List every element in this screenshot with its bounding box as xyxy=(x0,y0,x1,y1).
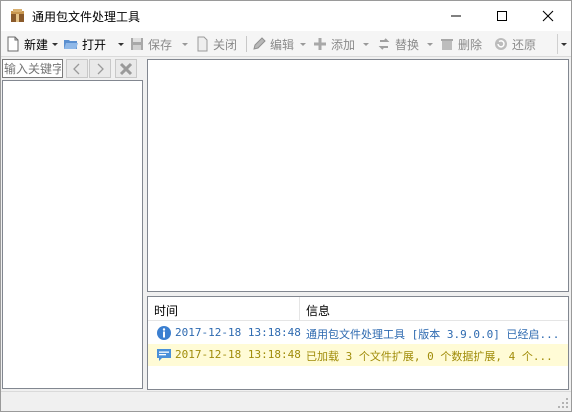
toolbar-separator xyxy=(246,36,247,52)
maximize-button[interactable] xyxy=(479,1,525,31)
replace-label: 替换 xyxy=(395,37,420,52)
add-label: 添加 xyxy=(331,37,356,52)
log-time: 2017-12-18 13:18:48 xyxy=(175,348,301,361)
save-label: 保存 xyxy=(148,37,173,52)
log-row[interactable]: 2017-12-18 13:18:48 通用包文件处理工具 [版本 3.9.0.… xyxy=(148,322,568,344)
info-icon xyxy=(156,325,172,341)
clear-search-button[interactable] xyxy=(115,59,137,78)
save-button[interactable]: 保存 xyxy=(129,34,172,54)
edit-button[interactable]: 编辑 xyxy=(251,34,294,54)
toolbar: 新建 打开 保存 关闭 编辑 添加 替换 删除 还原 xyxy=(1,31,571,57)
close-file-button[interactable]: 关闭 xyxy=(194,34,237,54)
log-panel: 时间 信息 2017-12-18 13:18:48 通用包文件处理工具 [版本 … xyxy=(147,296,569,390)
restore-button[interactable]: 还原 xyxy=(493,34,536,54)
pencil-icon xyxy=(251,36,267,52)
close-file-label: 关闭 xyxy=(213,37,238,52)
delete-button[interactable]: 删除 xyxy=(439,34,482,54)
new-file-icon xyxy=(5,36,21,52)
close-window-button[interactable] xyxy=(525,1,571,31)
save-disk-icon xyxy=(129,36,145,52)
open-button[interactable]: 打开 xyxy=(63,34,106,54)
column-header-time[interactable]: 时间 xyxy=(154,302,178,319)
app-window: 通用包文件处理工具 新建 打开 保存 关闭 编辑 添加 替换 删除 还原 输入关… xyxy=(0,0,572,412)
window-title: 通用包文件处理工具 xyxy=(32,10,141,24)
file-tree[interactable] xyxy=(2,80,143,389)
plus-icon xyxy=(312,36,328,52)
toolbar-overflow-button[interactable] xyxy=(557,34,569,54)
log-time: 2017-12-18 13:18:48 xyxy=(175,326,301,339)
next-button[interactable] xyxy=(89,59,111,78)
replace-button[interactable]: 替换 xyxy=(376,34,419,54)
status-bar xyxy=(1,391,571,411)
title-bar[interactable]: 通用包文件处理工具 xyxy=(1,1,571,31)
log-header: 时间 信息 xyxy=(148,297,568,321)
search-input[interactable] xyxy=(2,59,63,78)
open-dropdown-icon[interactable] xyxy=(117,38,125,48)
previous-button[interactable] xyxy=(66,59,88,78)
delete-label: 删除 xyxy=(458,37,483,52)
column-divider[interactable] xyxy=(299,297,300,321)
add-button[interactable]: 添加 xyxy=(312,34,355,54)
replace-dropdown-icon[interactable] xyxy=(426,38,434,48)
undo-icon xyxy=(493,36,509,52)
trash-icon xyxy=(439,36,455,52)
column-header-message[interactable]: 信息 xyxy=(306,302,330,319)
replace-icon xyxy=(376,36,392,52)
left-panel xyxy=(1,58,144,391)
add-dropdown-icon[interactable] xyxy=(362,38,370,48)
open-folder-icon xyxy=(63,36,79,52)
open-label: 打开 xyxy=(82,37,107,52)
log-message: 通用包文件处理工具 [版本 3.9.0.0] 已经启... xyxy=(306,328,560,341)
package-icon xyxy=(10,8,25,23)
restore-label: 还原 xyxy=(512,37,537,52)
log-row[interactable]: 2017-12-18 13:18:48 已加载 3 个文件扩展, 0 个数据扩展… xyxy=(148,344,568,366)
close-file-icon xyxy=(194,36,210,52)
editor-area[interactable] xyxy=(147,59,569,292)
edit-dropdown-icon[interactable] xyxy=(299,38,307,48)
new-label: 新建 xyxy=(24,37,49,52)
resize-grip-icon[interactable] xyxy=(557,397,569,409)
new-button[interactable]: 新建 xyxy=(5,34,48,54)
log-message: 已加载 3 个文件扩展, 0 个数据扩展, 4 个... xyxy=(306,350,553,363)
save-dropdown-icon[interactable] xyxy=(181,38,189,48)
edit-label: 编辑 xyxy=(270,37,295,52)
new-dropdown-icon[interactable] xyxy=(51,38,59,48)
minimize-button[interactable] xyxy=(433,1,479,31)
message-icon xyxy=(156,347,172,363)
